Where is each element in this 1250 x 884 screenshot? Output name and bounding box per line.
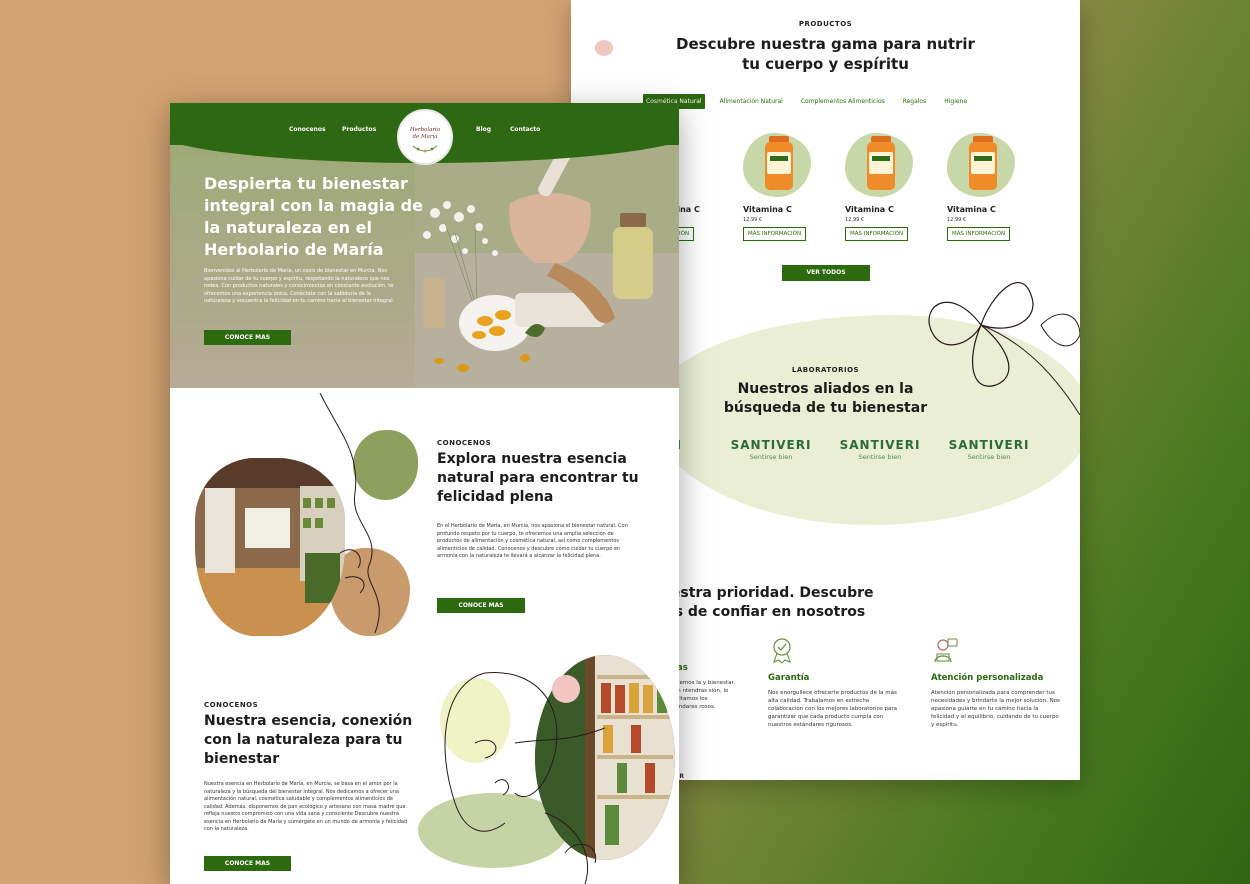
section2-text: Nuestra esencia en Herbolario de María, … (204, 781, 408, 832)
nav-link-conocenos[interactable]: Conocenos (289, 126, 326, 133)
hero-title: Despierta tu bienestar integral con la m… (204, 174, 423, 259)
product-name: Vitamina C (845, 205, 894, 214)
product-name: Vitamina C (947, 205, 996, 214)
award-icon (773, 638, 791, 664)
feature-card: Garantía Nos enorgullece ofrecerte produ… (768, 636, 898, 729)
product-jar-image (867, 136, 895, 190)
view-all-button[interactable]: VER TODOS (782, 265, 870, 281)
tab-regalos[interactable]: Regalos (900, 94, 930, 109)
brand-logo-text: Herbolario de María (399, 127, 451, 141)
hero-text: Bienvenidos al Herbolario de María, un o… (204, 268, 395, 304)
tab-higiene[interactable]: Higiene (941, 94, 970, 109)
lab-logo-brand: SANTIVERI (839, 438, 921, 452)
leaf-wreath-icon (412, 145, 438, 153)
product-price: 12,99 € (845, 217, 865, 223)
section2-title: Nuestra esencia, conexión con la natural… (204, 713, 413, 767)
nav-link-contacto[interactable]: Contacto (510, 126, 540, 133)
tab-alimentacion-natural[interactable]: Alimentación Natural (717, 94, 786, 109)
pink-dot (595, 40, 613, 56)
lab-logo: SANTIVERI Sentirse bien (726, 438, 816, 461)
brand-line1: Herbolario (409, 127, 441, 133)
lab-logo: SANTIVERI Sentirse bien (944, 438, 1034, 461)
section1-eyebrow: CONOCENOS (437, 439, 492, 447)
pink-dot (552, 675, 580, 703)
products-eyebrow: PRODUCTOS (798, 20, 853, 28)
priority-title-line1: nuestra prioridad. Descubre (651, 585, 874, 601)
product-jar-image (969, 136, 997, 190)
nav-link-blog[interactable]: Blog (476, 126, 491, 133)
priority-title: nuestra prioridad. Descubre ajas de conf… (651, 584, 981, 622)
product-price: 12,99 € (947, 217, 967, 223)
section1-text: En el Herbolario de María, en Murcia, no… (437, 523, 628, 559)
priority-title-line2: ajas de confiar en nosotros (651, 604, 866, 620)
lab-logo-tagline: Sentirse bien (858, 453, 902, 461)
feature-text: Atención personalizada para comprender t… (931, 690, 1060, 728)
brand-logo[interactable]: Herbolario de María (397, 109, 453, 165)
product-more-info-button[interactable]: MÁS INFORMACIÓN (743, 227, 807, 241)
product-price: 12,99 € (743, 217, 763, 223)
lab-logo-tagline: Sentirse bien (749, 453, 793, 461)
lab-logo-tagline: Sentirse bien (967, 453, 1011, 461)
product-more-info-button[interactable]: MÁS INFORMACIÓN (845, 227, 909, 241)
product-tabs: Cosmética Natural Alimentación Natural C… (643, 94, 970, 109)
product-jar-image (765, 136, 793, 190)
labs-background-blob (651, 315, 1080, 525)
support-icon (934, 638, 958, 663)
section2-eyebrow: CONOCENOS (204, 701, 259, 709)
lab-logo-brand: SANTIVERI (948, 438, 1030, 452)
hero-cta-button[interactable]: CONOCE MAS (204, 330, 291, 345)
product-name: Vitamina C (743, 205, 792, 214)
section1-title: Explora nuestra esencia natural para enc… (437, 451, 639, 505)
labs-title: Nuestros aliados en la búsqueda de tu bi… (723, 381, 928, 416)
lab-logo: SANTIVERI Sentirse bien (835, 438, 925, 461)
brand-line2: de María (412, 134, 438, 140)
product-more-info-button[interactable]: MÁS INFORMACIÓN (947, 227, 1011, 241)
section2-yellow-blob (440, 678, 510, 763)
section1-cta-button[interactable]: CONOCE MAS (437, 598, 525, 613)
lab-logo-brand: SANTIVERI (730, 438, 812, 452)
front-page-mockup: Conocenos Productos Herbolario de María … (170, 103, 679, 884)
nav-link-productos[interactable]: Productos (342, 126, 376, 133)
products-title: Descubre nuestra gama para nutrir tu cue… (676, 35, 975, 73)
hero-section: Conocenos Productos Herbolario de María … (170, 103, 679, 388)
tab-complementos-alimenticios[interactable]: Complementos Alimenticios (798, 94, 888, 109)
feature-title: Atención personalizada (931, 673, 1044, 683)
feature-text: Nos enorgullece ofrecerte productos de l… (768, 690, 897, 728)
store-interior-photo (195, 458, 345, 636)
section2-cta-button[interactable]: CONOCE MAS (204, 856, 291, 871)
feature-title: Garantía (768, 673, 810, 683)
section1-green-blob (353, 430, 418, 500)
feature-card: Atención personalizada Atención personal… (931, 636, 1061, 729)
hero-still-life-image (415, 143, 679, 388)
